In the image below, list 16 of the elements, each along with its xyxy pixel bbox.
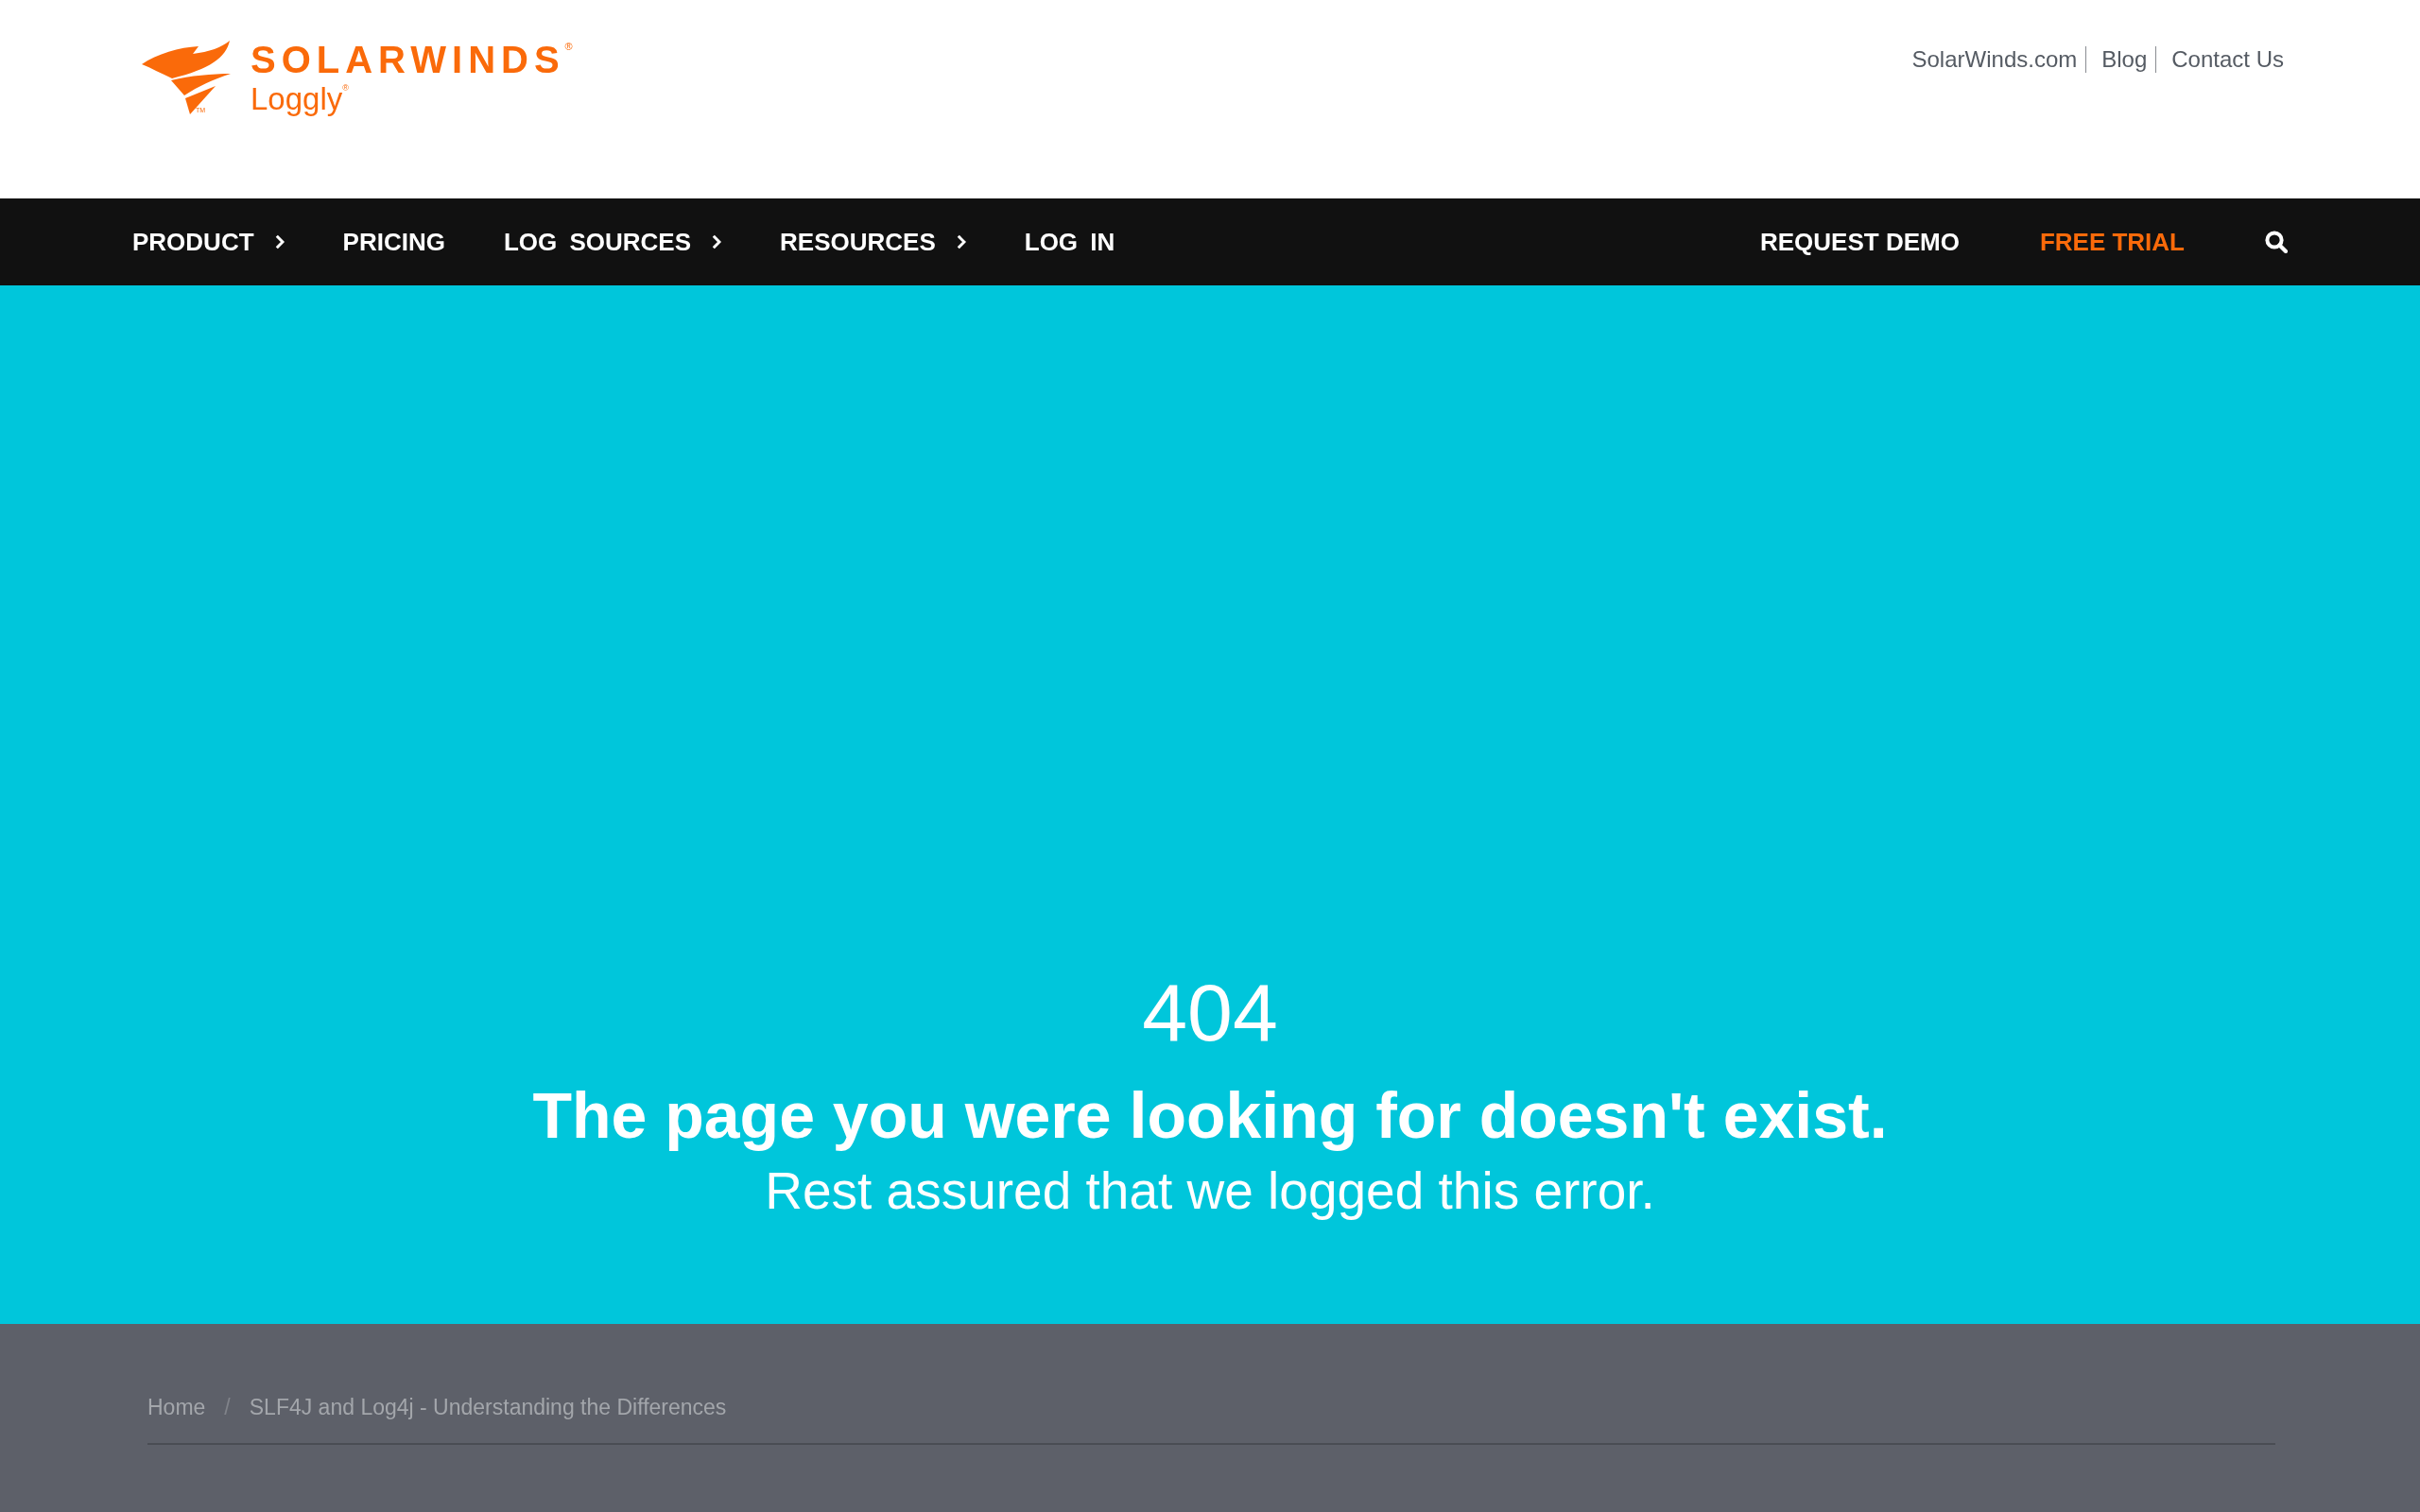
free-trial-link[interactable]: FREE TRIAL [2039,228,2185,256]
nav-link[interactable]: LOG SOURCES [503,228,722,256]
top-link[interactable]: SolarWinds.com [1911,46,2086,73]
brand-name: SOLARWINDS$^{®}$ [251,41,573,78]
nav-link[interactable]: PRICING [342,228,445,256]
top-link[interactable]: Blog [2085,46,2156,73]
error-code: 404 [1142,971,1278,1053]
top-link[interactable]: Contact Us [2155,46,2288,73]
product-name: Loggly$^{®}$ [251,83,349,114]
flame-logo-icon [140,40,232,115]
breadcrumb-separator: / [224,1394,231,1420]
request-demo-link[interactable]: REQUEST DEMO [1759,228,1960,256]
nav-link[interactable]: LOG IN [1024,228,1115,256]
nav-link[interactable]: PRODUCT [132,228,285,256]
search-icon[interactable] [2265,231,2288,253]
nav-link[interactable]: RESOURCES [780,228,966,256]
